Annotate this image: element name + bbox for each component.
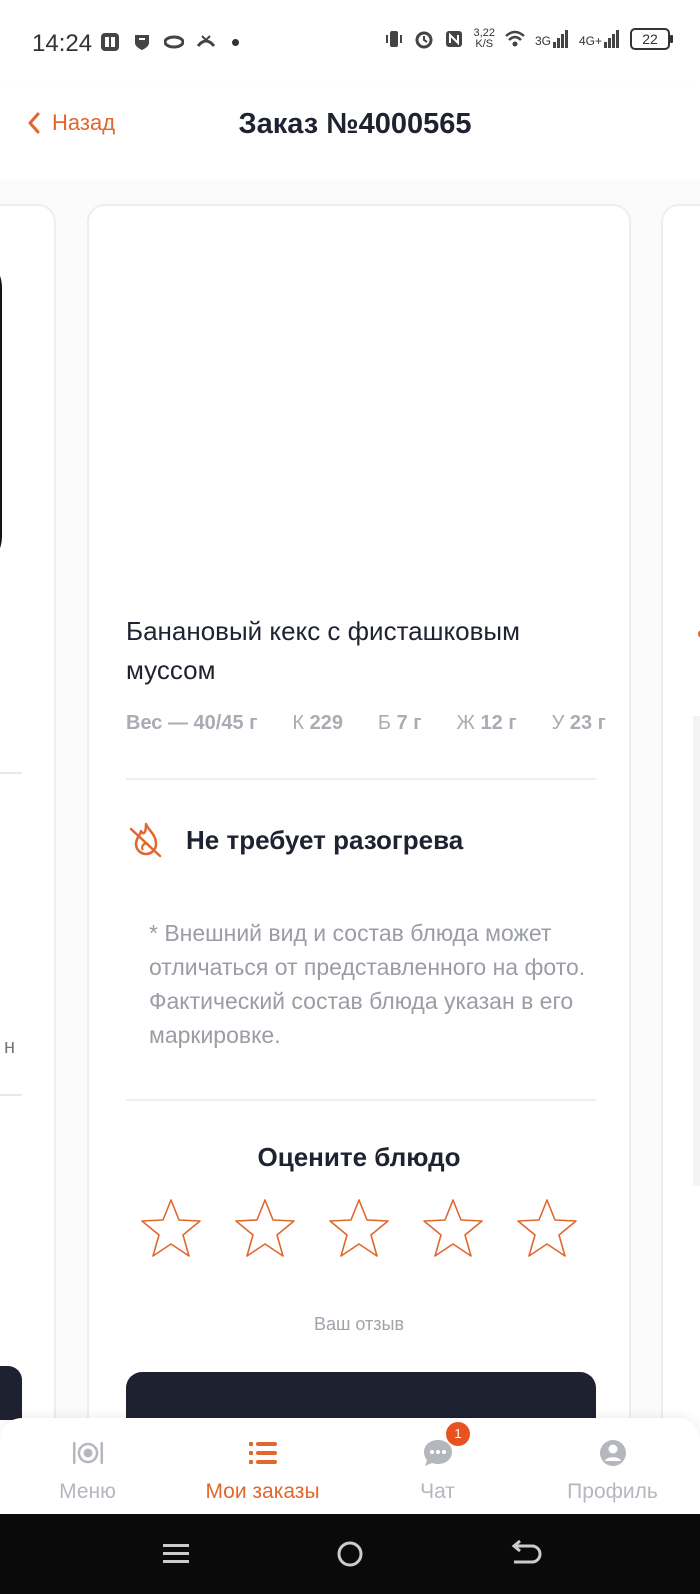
missed-call-icon: [196, 35, 216, 47]
battery-indicator: 22: [630, 28, 673, 50]
previous-dish-text-fragment: н: [4, 1036, 16, 1058]
carbs: У 23 г: [552, 712, 606, 735]
bottom-navigation: Меню Мои заказы 1 Чат Профиль: [0, 1418, 700, 1514]
fat-label: Ж: [456, 712, 475, 734]
nav-item-profile[interactable]: Профиль: [525, 1418, 700, 1514]
dish-name: Банановый кекс с фисташковым муссом: [126, 616, 520, 685]
vibrate-icon: [385, 31, 402, 47]
star-icon[interactable]: [327, 1196, 391, 1260]
nav-item-chat[interactable]: 1 Чат: [350, 1418, 525, 1514]
status-time: 14:24: [32, 30, 93, 57]
system-status-icons: 3,22 K/S 3G 4G+ 22: [384, 28, 673, 50]
divider: [126, 778, 596, 780]
submit-rating-button[interactable]: [126, 1372, 596, 1420]
previous-dish-card[interactable]: н: [0, 204, 56, 1420]
fat: Ж 12 г: [457, 712, 517, 735]
divider: [0, 1094, 22, 1096]
previous-dish-submit-button[interactable]: [0, 1366, 22, 1420]
wifi-icon: [505, 30, 525, 47]
profile-icon: [599, 1440, 626, 1466]
rating-stars: [139, 1196, 579, 1260]
nfc-icon: [445, 31, 462, 47]
fat-value: 12 г: [480, 712, 517, 734]
divider: [0, 772, 22, 774]
kcal: К 229: [292, 712, 343, 735]
signal-3g: 3G: [535, 30, 569, 48]
status-bar: 14:24 3,22 K/S 3G 4G+ 22: [0, 0, 700, 88]
star-icon[interactable]: [139, 1196, 203, 1260]
star-icon[interactable]: [233, 1196, 297, 1260]
disclaimer-text: * Внешний вид и состав блюда может отлич…: [149, 920, 586, 1048]
previous-dish-image: [0, 252, 2, 572]
divider: [126, 1099, 596, 1101]
plate-cutlery-icon: [72, 1442, 103, 1464]
weight-value: Вес — 40/45 г: [126, 712, 258, 734]
review-input[interactable]: Ваш отзыв: [89, 1314, 629, 1335]
nutrition-info: Вес — 40/45 г К 229 Б 7 г Ж 12 г У 23 г: [126, 712, 606, 735]
carbs-label: У: [551, 712, 565, 734]
network-speed: 3,22 K/S: [474, 28, 495, 50]
page-title: Заказ №4000565: [238, 108, 472, 140]
nav-item-menu[interactable]: Меню: [0, 1418, 175, 1514]
protein: Б 7 г: [378, 712, 422, 735]
signal-4g-label: 4G+: [578, 34, 602, 48]
signal-4g: 4G+: [579, 30, 620, 48]
network-speed-unit: K/S: [475, 38, 494, 50]
app-notification-icon: [101, 33, 119, 51]
protein-value: 7 г: [396, 712, 422, 734]
shield-notification-icon: [135, 35, 149, 50]
nav-label-menu: Меню: [59, 1480, 116, 1503]
nav-label-profile: Профиль: [567, 1480, 658, 1503]
home-icon[interactable]: [332, 1536, 368, 1572]
kcal-value: 229: [309, 712, 343, 734]
protein-label: Б: [377, 712, 392, 734]
carbs-value: 23 г: [569, 712, 606, 734]
more-notifications-dot: [232, 38, 239, 46]
nav-item-orders[interactable]: Мои заказы: [175, 1418, 350, 1514]
back-nav-icon[interactable]: [506, 1536, 542, 1572]
kcal-label: К: [292, 712, 305, 734]
signal-bars-icon: [552, 30, 568, 48]
alarm-icon: [415, 31, 433, 49]
heating-note-text: Не требует разогрева: [186, 824, 464, 855]
next-dish-card[interactable]: [661, 204, 700, 1420]
nav-label-orders: Мои заказы: [205, 1480, 320, 1503]
dish-carousel[interactable]: н Банановый кекс с фисташковым муссом Ве…: [0, 180, 700, 1420]
signal-3g-label: 3G: [534, 34, 551, 48]
next-dish-content: [693, 716, 700, 1186]
signal-bars-icon: [604, 30, 619, 48]
star-icon[interactable]: [421, 1196, 485, 1260]
app-header: Назад Заказ №4000565: [0, 88, 700, 180]
dish-weight: Вес — 40/45 г: [126, 712, 257, 735]
notification-icons: [100, 32, 239, 52]
star-icon[interactable]: [515, 1196, 579, 1260]
chat-unread-badge: 1: [446, 1422, 470, 1446]
list-icon: [248, 1442, 277, 1464]
rating-title: Оцените блюдо: [257, 1142, 461, 1172]
ring-notification-icon: [164, 35, 184, 49]
system-navigation-bar: [0, 1514, 700, 1594]
dish-card: Банановый кекс с фисташковым муссом Вес …: [87, 204, 631, 1420]
recent-apps-icon[interactable]: [158, 1536, 194, 1572]
no-heat-flame-icon: [129, 822, 162, 858]
heating-note: Не требует разогрева: [126, 820, 463, 860]
nav-label-chat: Чат: [420, 1480, 455, 1503]
